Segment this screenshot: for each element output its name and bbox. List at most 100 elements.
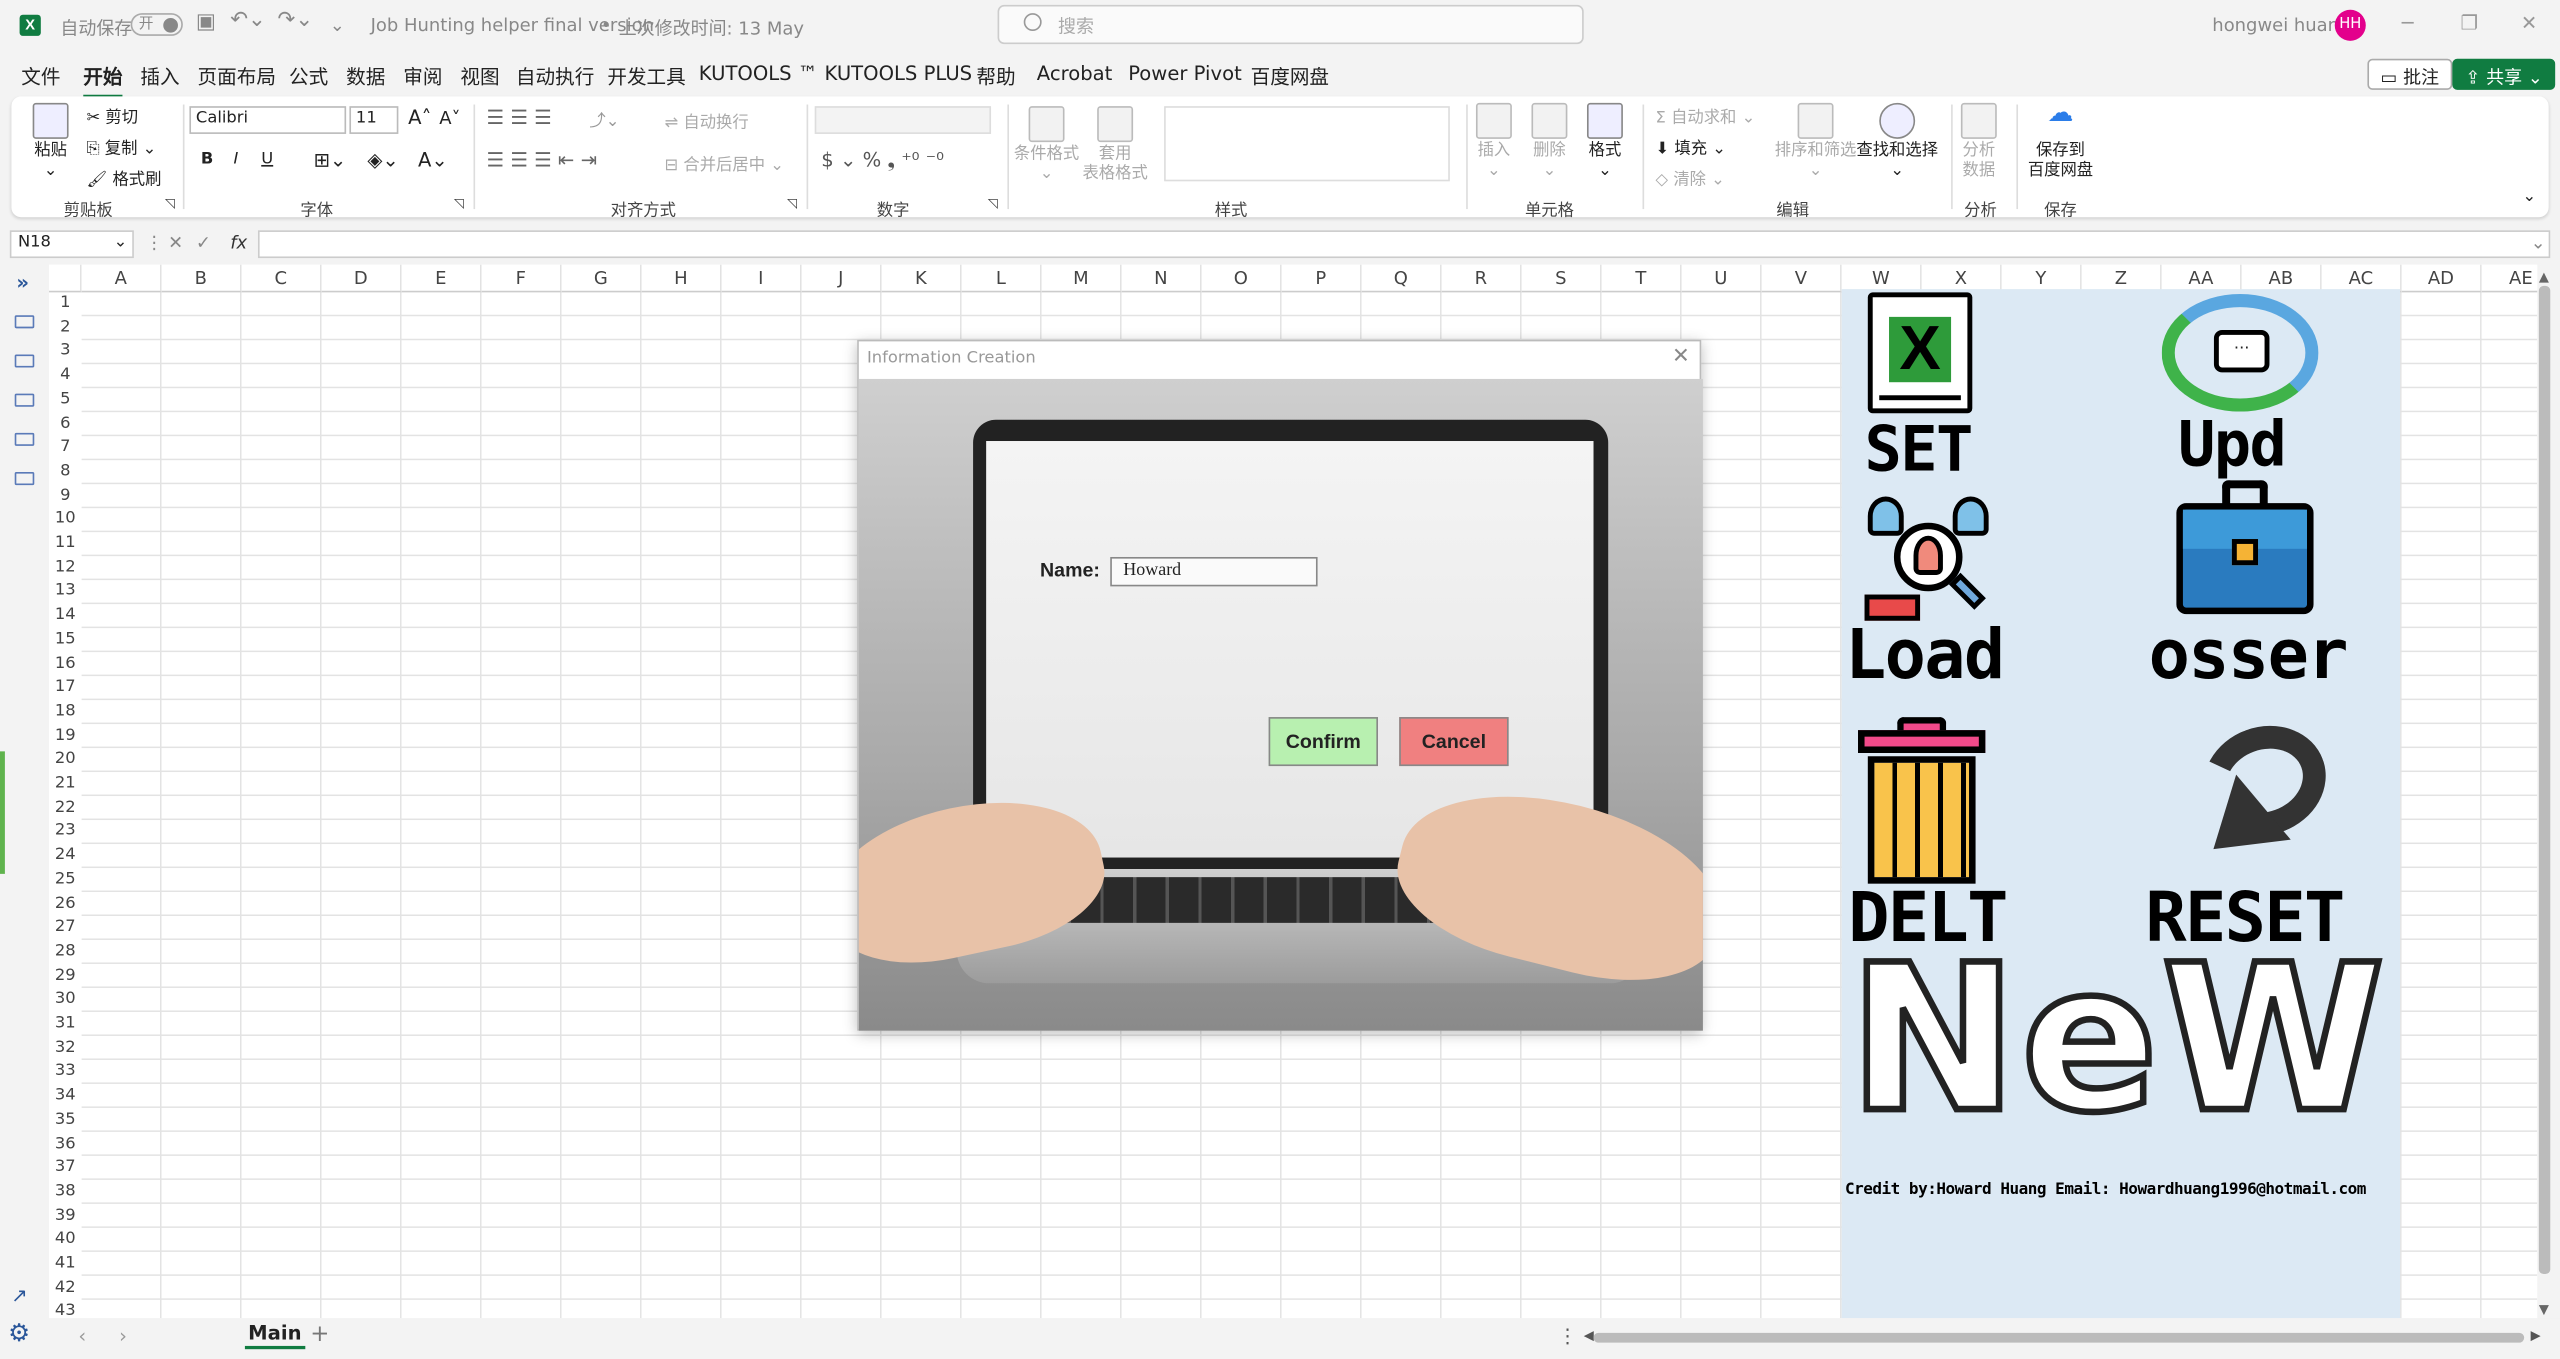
sidebar-tool-icon[interactable]	[14, 354, 35, 368]
people-search-icon[interactable]	[1864, 493, 1992, 624]
select-all-corner[interactable]	[48, 264, 82, 293]
prev-sheet-icon[interactable]: ‹	[78, 1325, 86, 1348]
row-header[interactable]: 22	[49, 797, 82, 821]
sidebar-tool-icon[interactable]	[14, 432, 35, 446]
row-header[interactable]: 18	[49, 701, 82, 725]
tab-review[interactable]: 审阅	[403, 62, 442, 90]
row-header[interactable]: 43	[49, 1301, 82, 1318]
column-header[interactable]: K	[881, 264, 962, 293]
load-label[interactable]: Load	[1845, 614, 2005, 694]
row-header[interactable]: 35	[49, 1109, 82, 1133]
avatar[interactable]: HH	[2334, 9, 2366, 41]
row-header[interactable]: 15	[49, 629, 82, 653]
cut-button[interactable]: ✂ 剪切	[87, 103, 139, 127]
upd-label[interactable]: Upd	[2178, 408, 2287, 480]
more-icon[interactable]: ⋮	[145, 232, 163, 253]
column-header[interactable]: AE	[2481, 264, 2538, 293]
gear-icon[interactable]: ⚙	[8, 1318, 30, 1347]
row-header[interactable]: 29	[49, 965, 82, 989]
column-header[interactable]: F	[481, 264, 562, 293]
next-sheet-icon[interactable]: ›	[119, 1325, 127, 1348]
orientation-icon[interactable]: ⤴⌄	[589, 106, 619, 131]
row-header[interactable]: 17	[49, 677, 82, 701]
sort-filter-button[interactable]: 排序和筛选 ⌄	[1775, 102, 1856, 181]
briefcase-icon[interactable]	[2176, 480, 2314, 615]
sidebar-tool-icon[interactable]	[14, 315, 35, 329]
row-header[interactable]: 25	[49, 869, 82, 893]
conditional-formatting-button[interactable]: 条件格式 ⌄	[1014, 106, 1079, 184]
fill-button[interactable]: ⬇ 填充 ⌄	[1656, 134, 1726, 158]
row-header[interactable]: 33	[49, 1061, 82, 1085]
tab-help[interactable]: 帮助	[976, 62, 1015, 90]
underline-button[interactable]: U	[261, 150, 273, 168]
quick-access-more-icon[interactable]: ⌄	[330, 15, 345, 36]
insert-function-icon[interactable]: fx	[230, 232, 247, 253]
formula-input[interactable]	[257, 230, 2551, 259]
scroll-left-icon[interactable]: ◀	[1584, 1328, 1594, 1343]
insert-cells-button[interactable]: 插入 ⌄	[1475, 102, 1512, 181]
row-header[interactable]: 8	[49, 460, 82, 484]
dialog-launcher-icon[interactable]: ◹	[165, 196, 175, 211]
last-modified[interactable]: 上次修改时间: 13 May	[619, 15, 804, 41]
tab-developer[interactable]: 开发工具	[607, 62, 685, 90]
search-input[interactable]: 搜索	[997, 4, 1584, 45]
find-select-button[interactable]: 查找和选择 ⌄	[1856, 102, 1938, 181]
row-header[interactable]: 4	[49, 364, 82, 388]
name-box[interactable]: N18 ⌄	[9, 230, 134, 259]
row-header[interactable]: 16	[49, 653, 82, 677]
fill-color-icon[interactable]: ◈⌄	[367, 149, 399, 172]
row-header[interactable]: 21	[49, 773, 82, 797]
align-top-icon[interactable]: ☰ ☰ ☰	[487, 106, 552, 129]
horizontal-scrollbar[interactable]	[1593, 1332, 2525, 1343]
row-header[interactable]: 1	[49, 292, 82, 316]
decrease-font-icon[interactable]: A˅	[439, 108, 460, 129]
dialog-launcher-icon[interactable]: ◹	[454, 196, 464, 211]
save-icon[interactable]: ▣	[196, 10, 216, 35]
expand-formula-icon[interactable]: ⌄	[2531, 232, 2546, 253]
copy-button[interactable]: ⎘ 复制 ⌄	[87, 134, 157, 158]
row-header[interactable]: 36	[49, 1133, 82, 1157]
tab-power-pivot[interactable]: Power Pivot	[1128, 62, 1242, 85]
save-to-baidu-button[interactable]: ☁ 保存到 百度网盘	[2028, 99, 2093, 181]
italic-button[interactable]: I	[233, 150, 238, 168]
set-label[interactable]: SET	[1865, 413, 1974, 485]
analyze-data-button[interactable]: 分析 数据	[1960, 102, 1997, 181]
row-header[interactable]: 3	[49, 340, 82, 364]
currency-icon[interactable]: $ ⌄ % ❟ ⁺⁰ ⁻⁰	[821, 149, 944, 174]
autosave-toggle[interactable]: 开	[130, 13, 183, 36]
font-name-select[interactable]: Calibri	[189, 106, 347, 134]
column-header[interactable]: M	[1041, 264, 1122, 293]
minimize-icon[interactable]: ─	[2402, 11, 2414, 34]
tab-kutools[interactable]: KUTOOLS ™	[699, 62, 818, 85]
row-header[interactable]: 26	[49, 893, 82, 917]
column-header[interactable]: C	[241, 264, 322, 293]
column-header[interactable]: P	[1281, 264, 1362, 293]
undo-icon[interactable]: ↶⌄	[230, 8, 266, 33]
tab-page-layout[interactable]: 页面布局	[198, 62, 276, 90]
row-header[interactable]: 39	[49, 1205, 82, 1229]
row-header[interactable]: 34	[49, 1085, 82, 1109]
column-header[interactable]: L	[961, 264, 1042, 293]
tab-acrobat[interactable]: Acrobat	[1037, 62, 1113, 85]
font-size-select[interactable]: 11	[349, 106, 399, 134]
row-header[interactable]: 19	[49, 725, 82, 749]
sync-icon[interactable]: ···	[2161, 294, 2319, 412]
format-painter-button[interactable]: 🖌 格式刷	[87, 165, 162, 190]
bold-button[interactable]: B	[201, 150, 213, 168]
row-header[interactable]: 24	[49, 845, 82, 869]
link-icon[interactable]: ↗	[11, 1284, 27, 1307]
row-header[interactable]: 11	[49, 532, 82, 556]
format-as-table-button[interactable]: 套用 表格格式	[1082, 106, 1148, 184]
tab-formulas[interactable]: 公式	[289, 62, 328, 90]
row-header[interactable]: 42	[49, 1277, 82, 1301]
sidebar-tool-icon[interactable]	[14, 472, 35, 486]
trash-icon[interactable]	[1858, 717, 1986, 884]
row-header[interactable]: 20	[49, 749, 82, 773]
align-left-icon[interactable]: ☰ ☰ ☰ ⇤ ⇥	[487, 149, 597, 172]
vertical-scrollbar[interactable]	[2538, 285, 2551, 1275]
row-header[interactable]: 6	[49, 412, 82, 436]
column-header[interactable]: AD	[2401, 264, 2482, 293]
wrap-text-button[interactable]: ⇌ 自动换行	[665, 108, 749, 132]
format-cells-button[interactable]: 格式 ⌄	[1586, 102, 1623, 181]
tab-home[interactable]: 开始	[83, 62, 123, 99]
